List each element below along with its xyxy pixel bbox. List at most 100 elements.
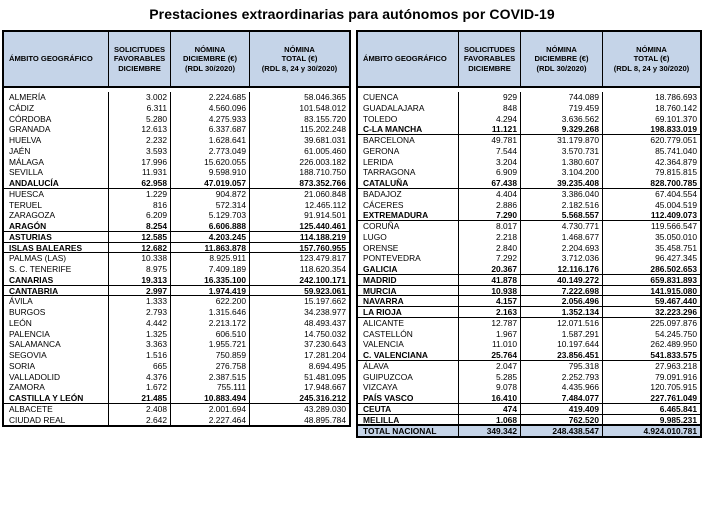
cell-solicitudes: 41.878 <box>458 274 520 285</box>
cell-region: C. VALENCIANA <box>363 350 428 360</box>
page-title: Prestaciones extraordinarias para autóno… <box>149 6 555 22</box>
cell-solicitudes: 1.672 <box>108 382 170 393</box>
header-nomina-dic-line3: (RDL 30/2020) <box>536 63 587 73</box>
cell-solicitudes: 21.485 <box>108 393 170 403</box>
cell-nomina-diciembre: 4.435.966 <box>520 382 602 393</box>
table-row: LERIDA 3.204 1.380.607 42.364.879 <box>358 156 700 168</box>
cell-nomina-diciembre: 276.758 <box>170 360 249 372</box>
cell-region: S. C. TENERIFE <box>9 264 72 274</box>
cell-nomina-total: 48.895.784 <box>249 414 349 426</box>
cell-solicitudes: 7.292 <box>458 253 520 264</box>
header-nomina-dic-line3: (RDL 30/2020) <box>184 63 236 73</box>
table-header: ÁMBITO GEOGRÁFICO SOLICITUDES FAVORABLES D… <box>358 32 700 88</box>
cell-nomina-total: 34.238.977 <box>249 307 349 318</box>
table-row: PONTEVEDRA 7.292 3.712.036 96.427.345 <box>358 253 700 264</box>
cell-region: C-LA MANCHA <box>363 124 423 134</box>
cell-nomina-diciembre: 4.203.245 <box>170 231 249 242</box>
cell-nomina-diciembre: 23.856.451 <box>520 350 602 360</box>
cell-nomina-total: 541.833.575 <box>602 350 700 360</box>
header-nomina-dic-line2: DICIEMBRE (€) <box>182 54 237 64</box>
cell-region: HUELVA <box>9 135 42 145</box>
cell-solicitudes: 6.909 <box>458 167 520 178</box>
cell-nomina-total: 114.188.219 <box>249 231 349 242</box>
header-region-label: ÁMBITO GEOGRÁFICO <box>9 54 93 64</box>
table-right: ÁMBITO GEOGRÁFICO SOLICITUDES FAVORABLES D… <box>356 30 702 438</box>
cell-nomina-total: 18.786.693 <box>602 92 700 103</box>
cell-nomina-total: 9.985.231 <box>602 414 700 425</box>
table-row: ALBACETE 2.408 2.001.694 43.289.030 <box>4 403 349 415</box>
cell-nomina-total: 17.281.204 <box>249 350 349 361</box>
cell-solicitudes: 2.642 <box>108 414 170 426</box>
cell-region: BARCELONA <box>363 135 415 145</box>
cell-solicitudes: 67.438 <box>458 178 520 188</box>
cell-nomina-total: 198.833.019 <box>602 124 700 134</box>
table-row: ZARAGOZA 6.209 5.129.703 91.914.501 <box>4 210 349 221</box>
table-row: GERONA 7.544 3.570.731 85.741.040 <box>358 145 700 157</box>
header-nomina-total-line3: (RDL 8, 24 y 30/2020) <box>261 63 338 73</box>
cell-nomina-total: 4.924.010.781 <box>602 426 700 436</box>
cell-region: CANTABRIA <box>9 285 59 296</box>
cell-nomina-total: 659.831.893 <box>602 274 700 285</box>
cell-nomina-diciembre: 4.730.771 <box>520 221 602 232</box>
cell-nomina-diciembre: 755.111 <box>170 382 249 393</box>
cell-nomina-total: 61.005.460 <box>249 145 349 157</box>
cell-nomina-total: 21.060.848 <box>249 188 349 200</box>
subtotal-row: CASTILLA Y LEÓN 21.485 10.883.494 245.316.2… <box>4 393 349 404</box>
cell-solicitudes: 816 <box>108 199 170 211</box>
cell-nomina-diciembre: 12.071.516 <box>520 317 602 329</box>
cell-nomina-diciembre: 2.204.693 <box>520 242 602 254</box>
cell-region: CASTELLÓN <box>363 328 413 339</box>
cell-region: LUGO <box>363 231 387 242</box>
cell-solicitudes: 12.613 <box>108 124 170 135</box>
cell-nomina-diciembre: 7.409.189 <box>170 264 249 275</box>
table-left: ÁMBITO GEOGRÁFICO SOLICITUDES FAVORABLES D… <box>2 30 351 428</box>
cell-solicitudes: 11.931 <box>108 167 170 178</box>
cell-region: EXTREMADURA <box>363 210 429 220</box>
subtotal-row: ASTURIAS 12.585 4.203.245 114.188.219 <box>4 231 349 243</box>
header-solicitudes-line1: SOLICITUDES <box>463 44 516 54</box>
cell-nomina-diciembre: 9.598.910 <box>170 167 249 178</box>
cell-solicitudes: 2.232 <box>108 135 170 146</box>
cell-region: PALENCIA <box>9 328 50 339</box>
cell-region: ALICANTE <box>363 317 404 328</box>
cell-solicitudes: 3.204 <box>458 156 520 168</box>
table-row: CÁCERES 2.886 2.182.516 45.004.519 <box>358 199 700 211</box>
cell-nomina-diciembre: 3.712.036 <box>520 253 602 264</box>
table-row: HUESCA 1.229 904.872 21.060.848 <box>4 188 349 200</box>
table-row: ÁLAVA 2.047 795.318 27.963.218 <box>358 360 700 372</box>
table-row: CÓRDOBA 5.280 4.275.933 83.155.720 <box>4 113 349 125</box>
cell-nomina-diciembre: 419.409 <box>520 403 602 414</box>
header-nomina-total-line2: TOTAL (€) <box>281 54 318 64</box>
cell-solicitudes: 11.010 <box>458 339 520 350</box>
cell-solicitudes: 12.585 <box>108 231 170 242</box>
cell-nomina-total: 37.230.643 <box>249 339 349 350</box>
cell-nomina-diciembre: 1.587.291 <box>520 328 602 340</box>
cell-nomina-total: 120.705.915 <box>602 382 700 393</box>
table-row: BARCELONA 49.781 31.179.870 620.779.051 <box>358 135 700 146</box>
cell-nomina-total: 79.815.815 <box>602 167 700 178</box>
cell-region: SEGOVIA <box>9 350 47 360</box>
cell-nomina-total: 51.481.095 <box>249 371 349 383</box>
cell-solicitudes: 1.333 <box>108 296 170 307</box>
cell-solicitudes: 2.163 <box>458 307 520 317</box>
cell-nomina-diciembre: 9.329.268 <box>520 124 602 134</box>
cell-nomina-total: 118.620.354 <box>249 264 349 275</box>
header-nomina-diciembre: NÓMINA DICIEMBRE (€) (RDL 30/2020) <box>520 32 602 86</box>
cell-solicitudes: 12.682 <box>108 242 170 253</box>
cell-nomina-total: 141.915.080 <box>602 285 700 296</box>
cell-nomina-diciembre: 3.104.200 <box>520 167 602 178</box>
cell-nomina-diciembre: 2.056.496 <box>520 296 602 306</box>
cell-nomina-diciembre: 248.438.547 <box>520 426 602 436</box>
cell-solicitudes: 4.157 <box>458 296 520 306</box>
cell-nomina-total: 35.050.010 <box>602 231 700 243</box>
cell-nomina-diciembre: 1.380.607 <box>520 156 602 168</box>
header-nomina-dic-line1: NÓMINA <box>546 44 577 54</box>
cell-nomina-total: 188.710.750 <box>249 167 349 178</box>
cell-region: SORIA <box>9 360 36 371</box>
cell-solicitudes: 349.342 <box>458 426 520 436</box>
cell-region: GALICIA <box>363 264 398 274</box>
cell-region: JAÉN <box>9 145 31 156</box>
cell-region: ALMERÍA <box>9 92 46 102</box>
table-row: TARRAGONA 6.909 3.104.200 79.815.815 <box>358 167 700 178</box>
cell-region: VALLADOLID <box>9 371 61 382</box>
